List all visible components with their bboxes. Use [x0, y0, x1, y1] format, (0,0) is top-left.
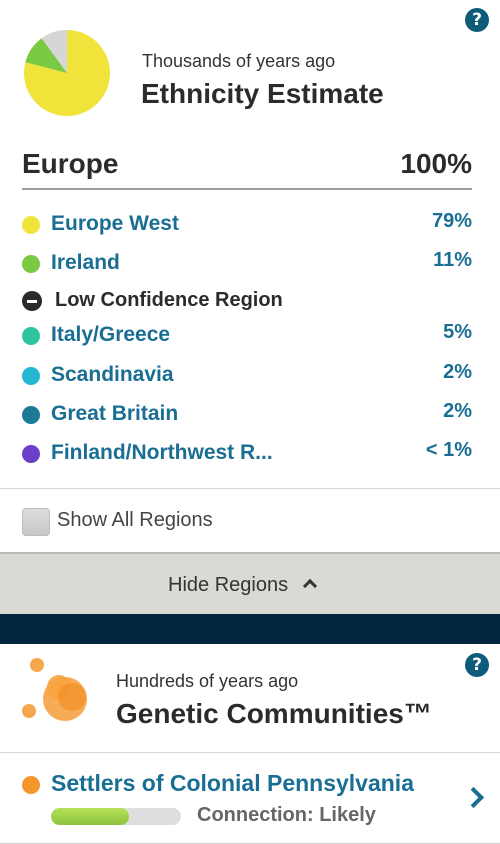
region-item-percent: < 1%	[425, 439, 472, 461]
region-item-ireland[interactable]: Ireland 11%	[22, 249, 472, 281]
region-percent: 100%	[400, 148, 472, 179]
region-name: Europe	[22, 148, 119, 179]
color-dot-icon	[22, 776, 40, 794]
region-item-percent: 79%	[431, 210, 472, 232]
divider	[0, 752, 500, 753]
low-confidence-heading: Low Confidence Region	[22, 287, 472, 319]
communities-icon	[22, 658, 87, 721]
region-item-percent: 5%	[443, 321, 472, 343]
region-item-percent: 2%	[443, 400, 472, 422]
region-item-great-britain[interactable]: Great Britain 2%	[22, 400, 472, 432]
region-item-label: Italy/Greece	[51, 323, 171, 346]
show-all-checkbox[interactable]	[22, 508, 50, 536]
communities-title: Genetic Communities™	[116, 698, 432, 729]
region-item-finland[interactable]: Finland/Northwest R... < 1%	[22, 439, 472, 471]
connection-progress-fill	[51, 808, 129, 825]
color-dot-icon	[22, 406, 40, 424]
connection-label: Connection: Likely	[197, 804, 376, 826]
communities-time-label: Hundreds of years ago	[116, 671, 299, 691]
region-item-percent: 2%	[443, 361, 472, 383]
divider	[0, 488, 500, 489]
region-item-label: Ireland	[51, 251, 120, 274]
region-item-label: Finland/Northwest R...	[51, 441, 273, 464]
help-icon[interactable]: ?	[465, 8, 489, 32]
minus-circle-icon	[22, 291, 42, 311]
color-dot-icon	[22, 216, 40, 234]
section-divider-band	[0, 614, 500, 644]
color-dot-icon	[22, 445, 40, 463]
color-dot-icon	[22, 327, 40, 345]
hide-regions-label: Hide Regions	[168, 574, 289, 596]
region-item-italy-greece[interactable]: Italy/Greece 5%	[22, 321, 472, 353]
region-item-label: Europe West	[51, 212, 179, 235]
help-icon[interactable]: ?	[465, 653, 489, 677]
region-item-percent: 11%	[433, 249, 472, 271]
chevron-up-icon	[302, 578, 318, 594]
low-confidence-label: Low Confidence Region	[55, 289, 283, 311]
color-dot-icon	[22, 255, 40, 273]
connection-progress-bar	[51, 808, 181, 825]
color-dot-icon	[22, 367, 40, 385]
hide-regions-button[interactable]: Hide Regions	[0, 552, 500, 614]
community-item-label: Settlers of Colonial Pennsylvania	[51, 770, 414, 796]
region-item-europe-west[interactable]: Europe West 79%	[22, 210, 472, 242]
region-item-label: Great Britain	[51, 402, 179, 425]
time-label: Thousands of years ago	[142, 51, 336, 71]
region-header: Europe 100%	[22, 148, 472, 190]
page-title: Ethnicity Estimate	[141, 78, 384, 109]
region-item-scandinavia[interactable]: Scandinavia 2%	[22, 361, 472, 393]
pie-chart-icon	[24, 30, 111, 116]
show-all-label[interactable]: Show All Regions	[57, 509, 213, 532]
region-item-label: Scandinavia	[51, 363, 174, 386]
ethnicity-card: ? Thousands of years ago Ethnicity Estim…	[0, 0, 500, 552]
